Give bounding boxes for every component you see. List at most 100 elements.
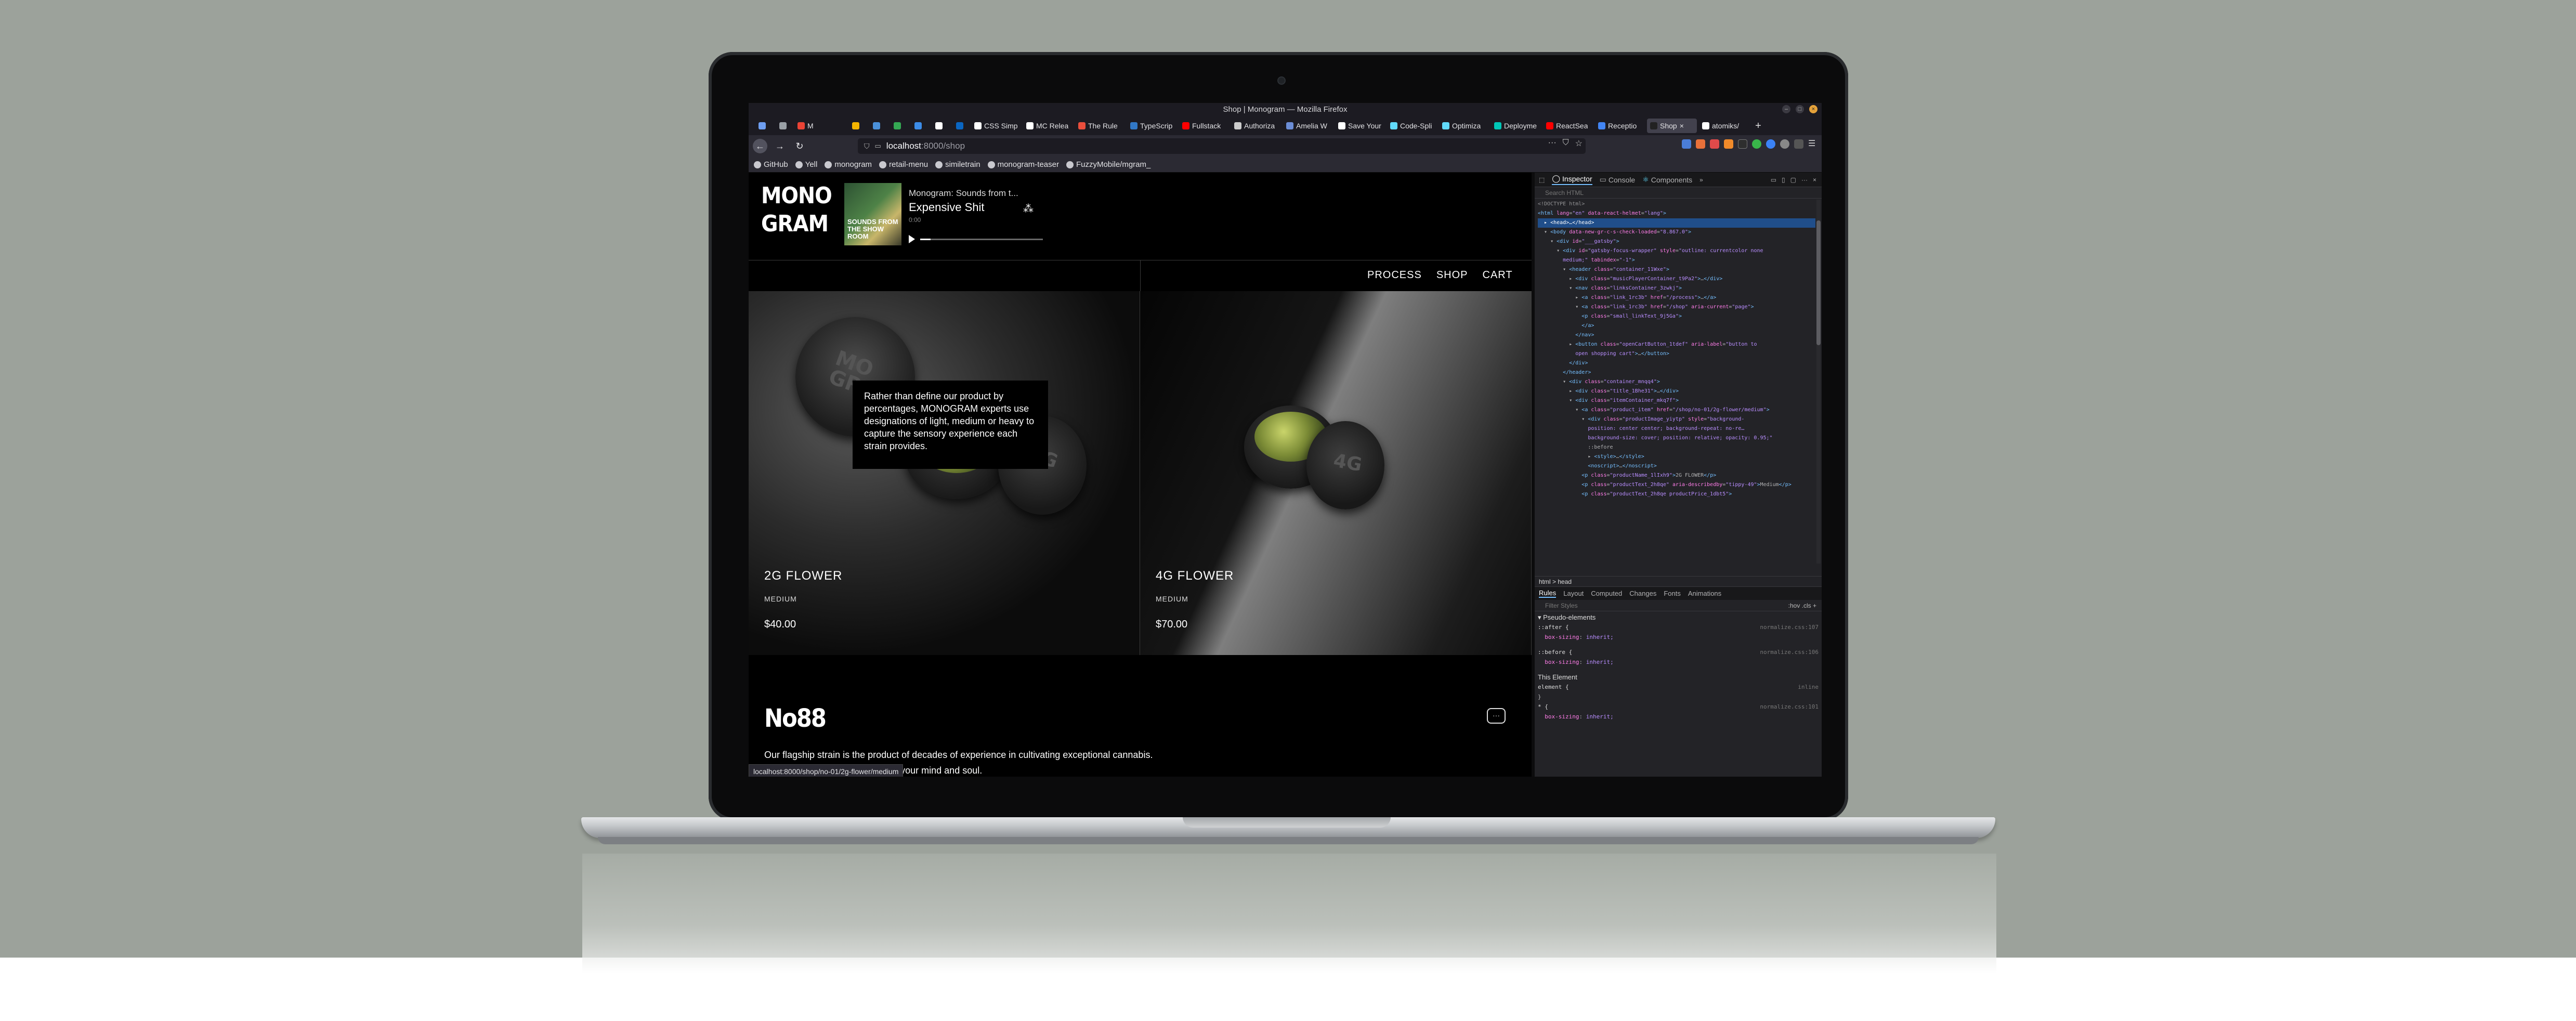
pocket-icon[interactable]: ⛉: [1563, 138, 1569, 149]
forward-button[interactable]: →: [773, 139, 787, 153]
tab-components[interactable]: ⚛ Components: [1642, 175, 1692, 184]
tree-line[interactable]: </div>: [1538, 359, 1815, 368]
html-search-input[interactable]: Search HTML: [1535, 187, 1822, 199]
browser-tab[interactable]: [846, 119, 865, 133]
extension-icon[interactable]: [1766, 139, 1775, 149]
extension-icon[interactable]: [1724, 139, 1733, 149]
browser-tab[interactable]: atomiks/: [1699, 119, 1749, 133]
tab-computed[interactable]: Computed: [1591, 590, 1622, 597]
tab-console[interactable]: ▭ Console: [1600, 175, 1636, 184]
tree-line[interactable]: <noscript>…</noscript>: [1538, 462, 1815, 471]
browser-tab[interactable]: MC Relea: [1023, 119, 1073, 133]
breadcrumb[interactable]: html > head: [1535, 576, 1822, 586]
browser-tab[interactable]: The Rule: [1075, 119, 1125, 133]
tree-line[interactable]: </a>: [1538, 321, 1815, 331]
bookmark-item[interactable]: FuzzyMobile/mgram_: [1066, 160, 1150, 169]
tree-line[interactable]: <!DOCTYPE html>: [1538, 200, 1815, 209]
tab-rules[interactable]: Rules: [1539, 589, 1557, 598]
tree-line[interactable]: ▸ <style>…</style>: [1538, 452, 1815, 462]
pseudo-elements-header[interactable]: ▾ Pseudo-elements: [1538, 612, 1819, 622]
tree-line[interactable]: </nav>: [1538, 331, 1815, 340]
browser-tab[interactable]: Deployme: [1491, 119, 1541, 133]
tree-line[interactable]: ▾ <div class="container_mnqq4">: [1538, 377, 1815, 387]
browser-tab[interactable]: CSS Simp: [971, 119, 1021, 133]
shield-icon[interactable]: ⛉: [864, 142, 870, 151]
css-declaration[interactable]: box-sizing: inherit;: [1538, 712, 1819, 722]
browser-tab[interactable]: [909, 119, 927, 133]
tree-line[interactable]: open shopping cart">…</button>: [1538, 349, 1815, 359]
monogram-logo[interactable]: MONO GRAM: [761, 182, 832, 238]
bookmark-item[interactable]: monogram: [825, 160, 872, 169]
browser-tab[interactable]: Receptio: [1595, 119, 1645, 133]
tree-line[interactable]: ▸ <button class="openCartButton_1tdef" a…: [1538, 340, 1815, 349]
browser-tab[interactable]: Authoriza: [1231, 119, 1281, 133]
play-icon[interactable]: [909, 235, 915, 243]
address-bar[interactable]: ⛉ ▭ localhost:8000/shop: [858, 138, 1586, 154]
tree-line[interactable]: ▾ <header class="container_11Wxe">: [1538, 265, 1815, 274]
tree-line[interactable]: <html lang="en" data-react-helmet="lang"…: [1538, 209, 1815, 218]
back-button[interactable]: ←: [753, 139, 767, 153]
browser-tab[interactable]: [930, 119, 948, 133]
pick-element-icon[interactable]: ⬚: [1539, 176, 1545, 184]
progress-bar[interactable]: [920, 239, 1043, 240]
split-icon[interactable]: ▯: [1782, 176, 1785, 184]
tab-fonts[interactable]: Fonts: [1664, 590, 1681, 597]
more-icon[interactable]: ···: [1548, 138, 1557, 149]
browser-tab[interactable]: [753, 119, 772, 133]
tree-line[interactable]: background-size: cover; position: relati…: [1538, 434, 1815, 443]
rule-source[interactable]: normalize.css:106: [1760, 647, 1819, 657]
tab-layout[interactable]: Layout: [1563, 590, 1584, 597]
product-card-2g[interactable]: MOGR 2G 2G FLOWER MEDIUM $40.00: [749, 291, 1140, 655]
tree-line[interactable]: ▸ <div class="title_1Bhe31">…</div>: [1538, 387, 1815, 396]
browser-tab[interactable]: [888, 119, 907, 133]
tree-line[interactable]: ▾ <div id="gatsby-focus-wrapper" style="…: [1538, 246, 1815, 256]
css-declaration[interactable]: box-sizing: inherit;: [1538, 657, 1819, 667]
browser-tab[interactable]: [774, 119, 792, 133]
tree-line[interactable]: ▾ <div class="productImage_yiytp" style=…: [1538, 415, 1815, 424]
extension-icon[interactable]: [1696, 139, 1705, 149]
browser-tab[interactable]: Amelia W: [1283, 119, 1333, 133]
browser-tab[interactable]: [867, 119, 886, 133]
markup-scrollbar[interactable]: [1816, 200, 1821, 564]
tree-line[interactable]: ▾ <a class="link_1rc3b" href="/shop" ari…: [1538, 303, 1815, 312]
rule-source[interactable]: inline: [1798, 682, 1819, 692]
extension-icon[interactable]: [1682, 139, 1691, 149]
tidal-icon[interactable]: ⁂: [1023, 204, 1037, 214]
browser-tab[interactable]: TypeScrip: [1127, 119, 1177, 133]
nav-shop-link[interactable]: SHOP: [1436, 269, 1468, 281]
tree-line[interactable]: position: center center; background-repe…: [1538, 424, 1815, 434]
css-declaration[interactable]: box-sizing: inherit;: [1538, 632, 1819, 642]
tree-line[interactable]: ▸ <div class="musicPlayerContainer_t9Pa2…: [1538, 274, 1815, 284]
tree-line[interactable]: </header>: [1538, 368, 1815, 377]
responsive-icon[interactable]: ▢: [1790, 176, 1796, 184]
browser-tab[interactable]: Code-Spli: [1387, 119, 1437, 133]
extension-icon[interactable]: [1738, 139, 1747, 149]
tree-line[interactable]: ::before: [1538, 443, 1815, 452]
nav-cart-link[interactable]: CART: [1483, 269, 1513, 281]
tree-line[interactable]: ▸ <a class="link_1rc3b" href="/process">…: [1538, 293, 1815, 303]
tree-line[interactable]: <p class="productText_2h8qe" aria-descri…: [1538, 480, 1815, 490]
tree-line[interactable]: ▾ <div class="itemContainer_mkq7f">: [1538, 396, 1815, 405]
dock-icon[interactable]: ▭: [1771, 176, 1776, 184]
tree-line[interactable]: ▾ <a class="product_item" href="/shop/no…: [1538, 405, 1815, 415]
menu-icon[interactable]: ☰: [1808, 139, 1817, 149]
tree-line[interactable]: <p class="productText_2h8qe productPrice…: [1538, 490, 1815, 499]
extension-icon[interactable]: [1710, 139, 1719, 149]
chat-icon[interactable]: ···: [1487, 708, 1506, 724]
tab-close-icon[interactable]: ×: [1680, 122, 1684, 130]
browser-tab[interactable]: Save Your: [1335, 119, 1385, 133]
options-icon[interactable]: ···: [1801, 176, 1808, 184]
bookmark-item[interactable]: retail-menu: [879, 160, 928, 169]
tab-inspector[interactable]: ◯ Inspector: [1552, 174, 1592, 185]
tree-line[interactable]: <p class="small_linkText_9j5Ga">: [1538, 312, 1815, 321]
tab-changes[interactable]: Changes: [1629, 590, 1656, 597]
tree-line[interactable]: medium;" tabindex="-1">: [1538, 256, 1815, 265]
bookmark-item[interactable]: similetrain: [935, 160, 980, 169]
filter-actions[interactable]: :hov .cls +: [1788, 600, 1816, 611]
close-devtools-icon[interactable]: ×: [1813, 176, 1816, 184]
bookmark-item[interactable]: monogram-teaser: [987, 160, 1059, 169]
browser-tab[interactable]: M: [794, 119, 844, 133]
extension-icon[interactable]: [1752, 139, 1761, 149]
new-tab-button[interactable]: +: [1751, 120, 1766, 132]
browser-tab[interactable]: ReactSea: [1543, 119, 1593, 133]
